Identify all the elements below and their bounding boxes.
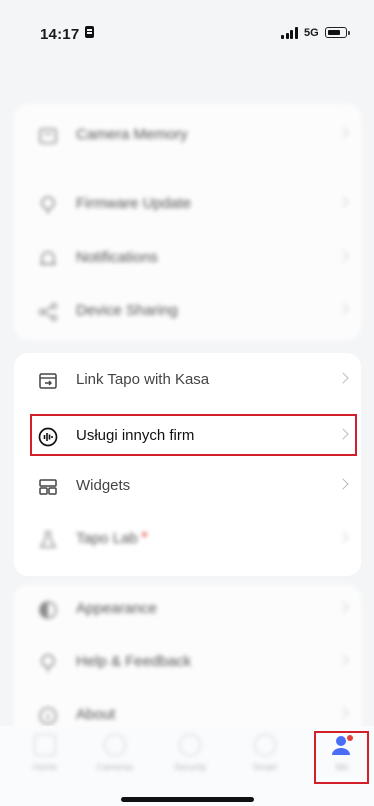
- menu-item-device-sharing[interactable]: Device Sharing: [14, 285, 361, 339]
- menu-item-tapo-lab[interactable]: Tapo Lab: [14, 513, 361, 567]
- menu-item-camera-memory[interactable]: Camera Memory: [14, 109, 361, 163]
- annotation-highlight-box: [30, 414, 357, 456]
- tab-smart[interactable]: Smart: [235, 734, 295, 772]
- menu-item-label: Camera Memory: [76, 126, 188, 143]
- chevron-right-icon: [337, 707, 349, 719]
- menu-item-widgets[interactable]: Widgets: [14, 460, 361, 514]
- menu-item-label: Help & Feedback: [76, 653, 192, 670]
- link-kasa-icon: [39, 373, 57, 389]
- chevron-right-icon: [337, 478, 349, 490]
- menu-item-link-tapo-kasa[interactable]: Link Tapo with Kasa: [14, 354, 361, 408]
- menu-item-notifications[interactable]: Notifications: [14, 232, 361, 286]
- menu-item-label: Appearance: [76, 600, 157, 617]
- home-indicator: [121, 797, 254, 802]
- home-icon: [34, 734, 56, 756]
- menu-item-label: Device Sharing: [76, 302, 178, 319]
- appearance-icon: [39, 601, 57, 619]
- menu-item-appearance[interactable]: Appearance: [14, 583, 361, 637]
- share-icon: [38, 302, 58, 322]
- status-bar: 14:17 5G: [0, 0, 374, 48]
- tab-home[interactable]: Home: [15, 734, 75, 772]
- cellular-signal-icon: [281, 27, 301, 39]
- menu-item-label: Notifications: [76, 249, 158, 266]
- memory-icon: [39, 128, 57, 144]
- status-time: 14:17: [40, 26, 80, 43]
- menu-item-firmware-update[interactable]: Firmware Update: [14, 178, 361, 232]
- app-settings-card: Appearance Help & Feedback About: [14, 585, 361, 745]
- widgets-icon: [39, 479, 57, 495]
- menu-item-label: About: [76, 706, 116, 723]
- battery-icon: [325, 27, 350, 38]
- menu-item-label: Link Tapo with Kasa: [76, 371, 210, 388]
- chevron-right-icon: [337, 601, 349, 613]
- chevron-right-icon: [337, 372, 349, 384]
- chevron-right-icon: [337, 654, 349, 666]
- chevron-right-icon: [337, 127, 349, 139]
- network-type: 5G: [304, 27, 319, 39]
- menu-item-label: Tapo Lab: [76, 530, 147, 547]
- chevron-right-icon: [337, 531, 349, 543]
- firmware-icon: [41, 196, 55, 214]
- tab-label: Smart: [252, 762, 277, 772]
- tab-security[interactable]: Security: [160, 734, 220, 772]
- sim-card-icon: [85, 26, 94, 38]
- help-icon: [41, 654, 55, 672]
- tab-label: Home: [32, 762, 57, 772]
- about-icon: [39, 707, 57, 725]
- lab-icon: [39, 531, 57, 548]
- chevron-right-icon: [337, 303, 349, 315]
- new-badge-dot: [141, 532, 147, 537]
- menu-item-help-feedback[interactable]: Help & Feedback: [14, 636, 361, 690]
- bell-icon: [40, 251, 56, 265]
- security-icon: [179, 734, 201, 756]
- tab-label: Cameras: [96, 762, 134, 772]
- integrations-card: Link Tapo with Kasa Usługi innych firm W…: [14, 353, 361, 576]
- menu-item-label: Widgets: [76, 477, 131, 494]
- chevron-right-icon: [337, 196, 349, 208]
- camera-icon: [104, 734, 126, 756]
- smart-icon: [254, 734, 276, 756]
- menu-item-label: Firmware Update: [76, 195, 192, 212]
- tab-cameras[interactable]: Cameras: [85, 734, 145, 772]
- annotation-highlight-box: [314, 731, 369, 784]
- chevron-right-icon: [337, 250, 349, 262]
- tab-label: Security: [173, 762, 207, 772]
- device-settings-card: Camera Memory Firmware Update Notificati…: [14, 104, 361, 340]
